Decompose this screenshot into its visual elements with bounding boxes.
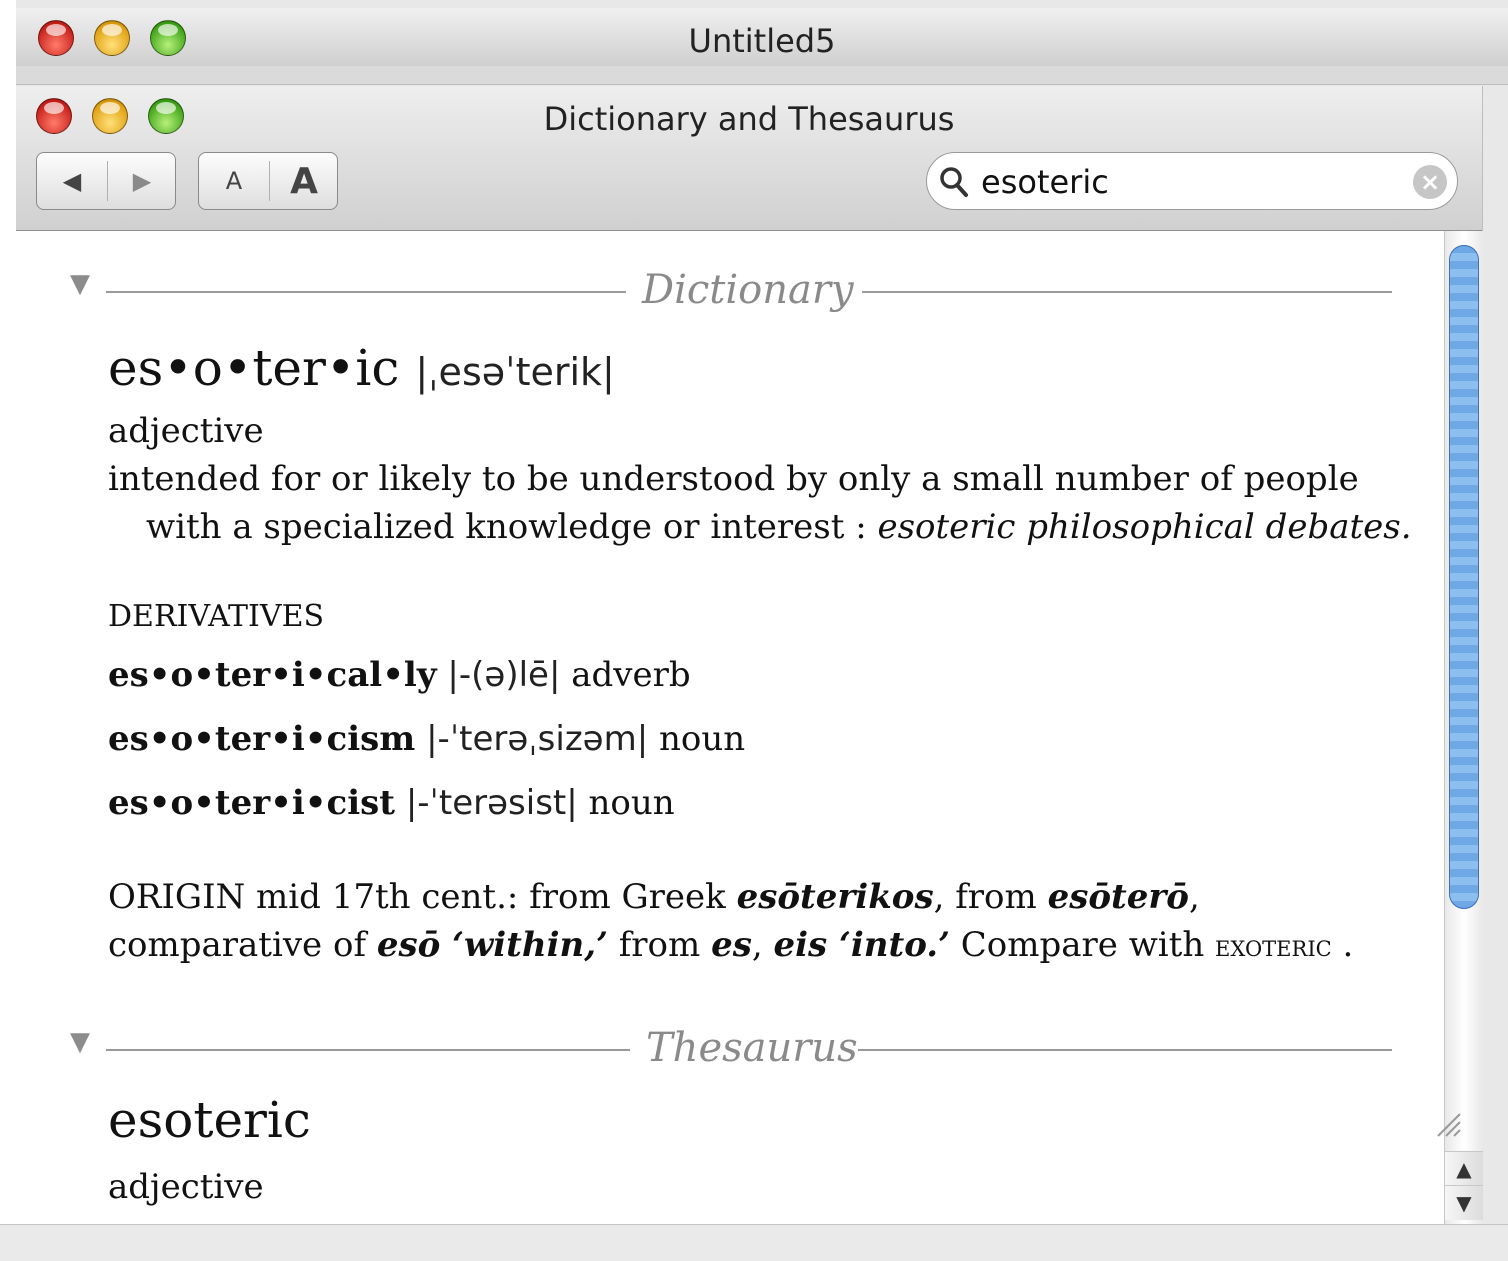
origin-term: eis ‘into.’ [773,925,950,965]
disclosure-triangle-icon[interactable]: ▼ [70,1027,90,1057]
derivative-pos: noun [658,719,746,759]
cross-reference-link[interactable]: exoteric [1215,929,1332,964]
clear-search-icon[interactable]: × [1413,165,1447,199]
font-larger-button[interactable]: A [269,153,339,209]
derivative-pos: adverb [571,655,691,695]
headword-text: es•o•ter•ic [108,339,400,397]
origin-text: from [607,925,712,965]
definition-line-2: with a specialized knowledge or interest… [108,503,1412,551]
derivatives-label: DERIVATIVES [108,599,325,634]
thesaurus-part-of-speech: adjective [108,1167,264,1207]
section-heading-thesaurus: Thesaurus [646,1025,858,1071]
back-window-title: Untitled5 [688,22,836,60]
origin-line-1: ORIGIN mid 17th cent.: from Greek esōter… [108,873,1200,921]
back-window-toolbar-strip [16,66,1508,85]
back-window-bottom-bar [0,1224,1508,1261]
origin-term: esōterikos [736,877,934,917]
origin-text: , [751,925,774,965]
definition-line-1: intended for or likely to be understood … [108,459,1359,499]
search-field[interactable]: esoteric × [926,152,1458,210]
part-of-speech: adjective [108,411,264,451]
dictionary-window: Dictionary and Thesaurus ◀ ▶ A A esoteri… [16,86,1483,1226]
origin-text: . [1331,925,1354,965]
back-window-titlebar[interactable]: Untitled5 [16,8,1508,67]
font-size-control: A A [198,152,338,210]
section-rule [858,1049,1392,1051]
definition-text: with a specialized knowledge or interest… [146,507,878,547]
section-rule [862,291,1392,293]
derivative-pronunciation: |-(ə)lē| [447,655,561,695]
derivative-word: es•o•ter•i•cist [108,783,396,823]
origin-term: esōterō [1047,877,1189,917]
pronunciation: |ˌesəˈterik| [415,350,615,394]
forward-button[interactable]: ▶ [107,153,177,209]
derivative-pos: noun [588,783,675,823]
derivative-row: es•o•ter•i•cal•ly |-(ə)lē| adverb [108,651,691,699]
disclosure-triangle-icon[interactable]: ▼ [70,269,90,299]
section-heading-dictionary: Dictionary [642,267,854,313]
derivative-row: es•o•ter•i•cist |-ˈterəsist| noun [108,779,675,827]
back-forward-control: ◀ ▶ [36,152,176,210]
derivative-pronunciation: |-ˈterəsist| [405,783,578,823]
origin-text: , from [933,877,1048,917]
dictionary-window-titlebar[interactable]: Dictionary and Thesaurus ◀ ▶ A A esoteri… [16,86,1482,231]
scroll-down-button[interactable]: ▼ [1445,1185,1483,1220]
derivative-row: es•o•ter•i•cism |-ˈterəˌsizəm| noun [108,715,745,763]
definition-content: ▼ Dictionary es•o•ter•ic |ˌesəˈterik| ad… [16,231,1442,1226]
thesaurus-headword: esoteric [108,1091,311,1149]
derivative-word: es•o•ter•i•cism [108,719,416,759]
origin-line-2: comparative of esō ‘within,’ from es, ei… [108,921,1353,971]
origin-term: es [711,925,752,965]
search-icon [940,167,968,197]
derivative-pronunciation: |-ˈterəˌsizəm| [426,719,649,759]
origin-text: , [1188,877,1200,917]
font-smaller-button[interactable]: A [199,153,269,209]
scroll-up-button[interactable]: ▲ [1445,1151,1483,1186]
origin-text: comparative of [108,925,377,965]
headword: es•o•ter•ic |ˌesəˈterik| [108,339,615,397]
window-title: Dictionary and Thesaurus [543,100,955,138]
section-rule [106,291,626,293]
vertical-scrollbar[interactable]: ▲ ▼ [1444,231,1483,1226]
resize-grip-icon[interactable] [1434,1112,1462,1138]
derivative-word: es•o•ter•i•cal•ly [108,655,437,695]
origin-text: ORIGIN mid 17th cent.: from Greek [108,877,737,917]
example-phrase: esoteric philosophical debates. [877,507,1412,547]
search-input[interactable]: esoteric [981,163,1109,201]
origin-term: esō ‘within,’ [376,925,608,965]
back-button[interactable]: ◀ [37,153,107,209]
origin-text: Compare with [949,925,1216,965]
section-rule [106,1049,630,1051]
scrollbar-thumb[interactable] [1449,245,1479,909]
